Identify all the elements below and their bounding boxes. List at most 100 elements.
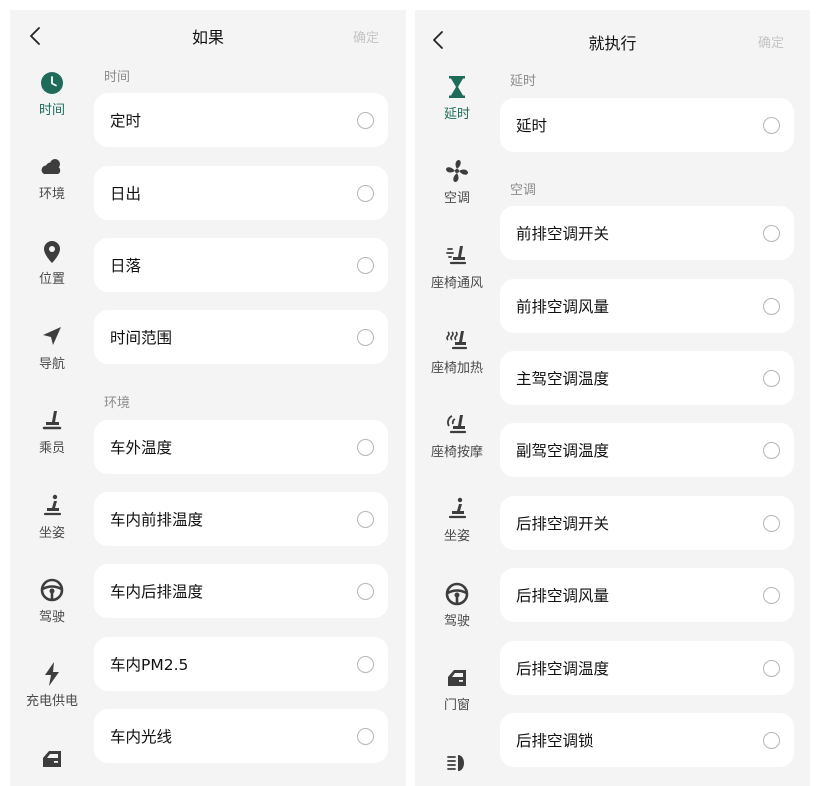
nav-item-door-window[interactable]: 门窗 [415,665,499,713]
radio-button[interactable] [357,582,374,600]
section-title: 空调 [510,183,537,198]
nav-label: 乘员 [38,441,65,456]
confirm-button[interactable]: 确定 [758,32,784,51]
radio-button[interactable] [763,116,780,134]
radio-button[interactable] [763,514,780,532]
list-item-label: 主驾空调温度 [516,370,610,388]
list-item[interactable]: 后排空调开关 [500,496,794,550]
radio-button[interactable] [357,727,374,745]
fan-icon [446,160,468,182]
radio-button[interactable] [357,328,374,346]
seat-ventilation-icon [446,246,467,265]
clock-icon [41,72,63,94]
nav-label: 位置 [38,272,65,287]
seat-icon [42,411,62,430]
nav-label: 驾驶 [38,610,65,625]
radio-button[interactable] [763,659,780,677]
radio-button[interactable] [763,731,780,749]
list-item[interactable]: 车内光线 [94,709,388,763]
list-item[interactable]: 副驾空调温度 [500,423,794,477]
list-item-label: 车内后排温度 [110,583,204,601]
radio-button[interactable] [763,224,780,242]
nav-label: 导航 [38,357,65,372]
list-item[interactable]: 后排空调锁 [500,713,794,767]
list-item[interactable]: 前排空调风量 [500,279,794,333]
list-item-label: 日落 [110,257,142,275]
nav-item-posture[interactable]: 坐姿 [10,493,94,541]
condition-header: 如果 确定 [10,10,406,60]
list-item[interactable]: 日出 [94,166,388,220]
hourglass-icon [449,76,465,98]
list-item-label: 前排空调风量 [516,298,610,316]
radio-button[interactable] [357,184,374,202]
nav-item-time[interactable]: 时间 [10,70,94,118]
list-item-label: 车内光线 [110,728,173,746]
nav-label: 座椅加热 [430,361,483,376]
list-item-label: 副驾空调温度 [516,442,610,460]
radio-button[interactable] [763,441,780,459]
nav-item-seat-massage[interactable]: 座椅按摩 [415,412,499,460]
nav-label: 门窗 [443,698,470,713]
nav-item-location[interactable]: 位置 [10,239,94,287]
radio-button[interactable] [763,369,780,387]
radio-button[interactable] [357,111,374,129]
nav-item-ac[interactable]: 空调 [415,158,499,206]
list-item[interactable]: 车内前排温度 [94,492,388,546]
nav-label: 坐姿 [443,529,470,544]
seat-heating-icon [446,331,468,350]
radio-button[interactable] [763,586,780,604]
nav-item-occupant[interactable]: 乘员 [10,408,94,456]
seat-massage-icon [447,415,467,434]
nav-item-delay[interactable]: 延时 [415,74,499,122]
seat-posture-icon [448,497,467,519]
list-item[interactable]: 车内后排温度 [94,564,388,618]
list-item[interactable]: 日落 [94,238,388,292]
steering-wheel-icon [40,578,64,602]
list-item-label: 日出 [110,185,142,203]
section-title: 时间 [104,70,131,85]
nav-label: 时间 [38,103,65,118]
list-item[interactable]: 延时 [500,98,794,152]
list-item[interactable]: 后排空调温度 [500,641,794,695]
list-item[interactable]: 车内PM2.5 [94,637,388,691]
radio-button[interactable] [357,256,374,274]
nav-item-navigation[interactable]: 导航 [10,324,94,372]
nav-item-posture[interactable]: 坐姿 [415,496,499,544]
nav-item-lights[interactable] [415,750,499,776]
nav-label: 充电供电 [25,694,78,709]
nav-label: 座椅按摩 [430,445,483,460]
nav-item-charging[interactable]: 充电供电 [10,661,94,709]
page-title: 就执行 [588,34,637,53]
list-item[interactable]: 车外温度 [94,420,388,474]
nav-item-environment[interactable]: 环境 [10,154,94,202]
nav-item-driving[interactable]: 驾驶 [10,577,94,625]
radio-button[interactable] [763,297,780,315]
nav-item-seat-heating[interactable]: 座椅加热 [415,328,499,376]
list-item-label: 后排空调开关 [516,515,610,533]
radio-button[interactable] [357,655,374,673]
nav-item-seat-ventilation[interactable]: 座椅通风 [415,243,499,291]
navigation-arrow-icon [43,327,61,345]
seat-posture-icon [43,494,62,516]
list-item[interactable]: 后排空调风量 [500,568,794,622]
confirm-button[interactable]: 确定 [353,27,379,46]
lightning-icon [45,662,59,686]
nav-item-door[interactable] [10,746,94,772]
radio-button[interactable] [357,510,374,528]
nav-label: 延时 [443,107,470,122]
list-item-label: 车外温度 [110,439,173,457]
weather-icon [41,159,61,174]
section-title: 环境 [104,396,131,411]
list-item-label: 后排空调风量 [516,587,610,605]
list-item[interactable]: 前排空调开关 [500,206,794,260]
list-item[interactable]: 主驾空调温度 [500,351,794,405]
list-item-label: 后排空调锁 [516,732,594,750]
list-item[interactable]: 定时 [94,93,388,147]
nav-item-driving[interactable]: 驾驶 [415,581,499,629]
list-item-label: 车内PM2.5 [110,656,189,674]
radio-button[interactable] [357,438,374,456]
list-item-label: 前排空调开关 [516,225,610,243]
nav-label: 驾驶 [443,614,470,629]
list-item[interactable]: 时间范围 [94,310,388,364]
headlight-icon [447,755,464,771]
